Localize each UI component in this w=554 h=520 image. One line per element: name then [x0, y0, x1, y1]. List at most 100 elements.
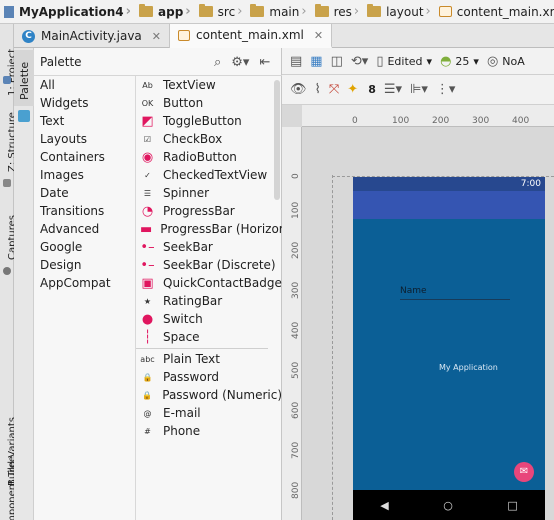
palette-widget-progressbar[interactable]: ◔ ProgressBar	[136, 202, 282, 220]
widget-icon: ●	[141, 311, 154, 327]
palette-widget-list: Ab TextView OK Button ◩ ToggleButton ☑ CheckBox…	[136, 76, 282, 520]
breadcrumb-res[interactable]: res ›	[311, 0, 364, 23]
palette-widget-phone[interactable]: # Phone	[136, 422, 282, 440]
breadcrumb-layout[interactable]: layout ›	[363, 0, 435, 23]
ruler-tick-label: 400	[512, 116, 530, 126]
palette-categories: All Widgets Text Layouts Containers Images Dat…	[34, 76, 136, 520]
widget-icon: abc	[140, 354, 155, 364]
widget-label: SeekBar (Discrete)	[163, 258, 276, 272]
breadcrumb-content-main-xml[interactable]: content_main.xml	[435, 0, 554, 23]
palette-widget-radiobutton[interactable]: ◉ RadioButton	[136, 148, 282, 166]
name-edit-text[interactable]: Name	[400, 286, 510, 300]
breadcrumb-app[interactable]: app ›	[135, 0, 195, 23]
device-dropdown[interactable]: Edited	[387, 55, 422, 68]
palette-widget-password-numeric[interactable]: 🔒 Password (Numeric)	[136, 386, 282, 404]
widget-label: E-mail	[163, 406, 201, 420]
palette-widget-password[interactable]: 🔒 Password	[136, 368, 282, 386]
theme-dropdown[interactable]: NoA	[502, 55, 524, 68]
palette-category-layouts[interactable]: Layouts	[34, 130, 135, 148]
palette-widget-seekbar-discrete[interactable]: •– SeekBar (Discrete)	[136, 256, 282, 274]
tab-mainactivity-java[interactable]: C MainActivity.java ✕	[14, 24, 170, 48]
palette-side-bar: Palette	[14, 48, 34, 520]
center-text-view[interactable]: My Application	[439, 363, 498, 372]
palette-widget-button[interactable]: OK Button	[136, 94, 282, 112]
folder-icon	[367, 4, 382, 17]
breadcrumb-myapplication4[interactable]: MyApplication4 ›	[0, 0, 135, 23]
fab-email-button[interactable]: ✉	[514, 462, 534, 482]
palette-category-transitions[interactable]: Transitions	[34, 202, 135, 220]
ruler-tick-label: 600	[291, 401, 301, 419]
device-icon[interactable]: ▯	[376, 54, 383, 69]
default-margin-value[interactable]: 8	[368, 83, 376, 96]
palette-widget-textview[interactable]: Ab TextView	[136, 76, 282, 94]
palette-category-containers[interactable]: Containers	[34, 148, 135, 166]
widget-icon: ◉	[141, 149, 154, 165]
palette-widget-switch[interactable]: ● Switch	[136, 310, 282, 328]
device-preview[interactable]: 7:00 Name My Application ✉ ◀ ○ □	[353, 177, 545, 520]
close-icon[interactable]: ✕	[152, 30, 161, 43]
api-level-dropdown[interactable]: 25	[455, 55, 469, 68]
palette-scrollbar[interactable]	[274, 80, 280, 200]
eye-icon[interactable]: 👁	[290, 82, 307, 97]
search-icon[interactable]: ⌕	[214, 55, 221, 70]
breadcrumb-src[interactable]: src ›	[195, 0, 247, 23]
palette-category-design[interactable]: Design	[34, 256, 135, 274]
widget-icon: @	[143, 408, 152, 418]
layout-toolbar: 👁 ⌇ ⤧ ✦ 8 ☰▾ ⊫▾ ⋮▾	[282, 75, 554, 105]
palette-category-advanced[interactable]: Advanced	[34, 220, 135, 238]
recents-nav-icon: □	[507, 498, 518, 512]
widget-label: Button	[163, 96, 204, 110]
palette-widget-space[interactable]: ┆ Space	[136, 328, 282, 346]
gear-icon[interactable]: ⚙▾	[231, 55, 249, 70]
design-canvas[interactable]: 0 100 200 300 400 0 100 200 300 400 500 600 700 800 …	[282, 105, 554, 520]
blueprint-icon[interactable]: ▦	[310, 54, 322, 69]
left-tool-strip: 1: Project Z: Structure Captures Build V…	[0, 24, 18, 520]
palette-category-google[interactable]: Google	[34, 238, 135, 256]
pack-icon[interactable]: ☰▾	[384, 82, 402, 97]
palette-widget-plain-text[interactable]: abc Plain Text	[136, 350, 282, 368]
palette-widget-checkedtextview[interactable]: ✓ CheckedTextView	[136, 166, 282, 184]
breadcrumb-main[interactable]: main ›	[246, 0, 310, 23]
widget-icon: ▬	[140, 221, 153, 237]
folder-icon	[250, 4, 265, 17]
widget-icon: ☰	[143, 188, 152, 198]
palette-widget-seekbar[interactable]: •– SeekBar	[136, 238, 282, 256]
palette-widget-ratingbar[interactable]: ★ RatingBar	[136, 292, 282, 310]
widget-label: Phone	[163, 424, 201, 438]
autoconnect-icon[interactable]: ⌇	[315, 82, 321, 97]
palette-category-images[interactable]: Images	[34, 166, 135, 184]
breadcrumb-label: content_main.xml	[456, 4, 554, 19]
navigation-breadcrumb: MyApplication4 › app › src › main › res › layout › c…	[0, 0, 554, 24]
palette-widget-checkbox[interactable]: ☑ CheckBox	[136, 130, 282, 148]
layout-bound-v	[332, 175, 333, 520]
palette-widget-togglebutton[interactable]: ◩ ToggleButton	[136, 112, 282, 130]
breadcrumb-label: src	[217, 4, 236, 19]
close-icon[interactable]: ✕	[314, 29, 323, 42]
palette-category-appcompat[interactable]: AppCompat	[34, 274, 135, 292]
palette-widget-e-mail[interactable]: @ E-mail	[136, 404, 282, 422]
palette-title: Palette	[40, 54, 82, 69]
palette-widget-progressbar-horizor[interactable]: ▬ ProgressBar (Horizor	[136, 220, 282, 238]
orientation-icon[interactable]: ◫	[331, 54, 343, 69]
clear-constraints-icon[interactable]: ⤧	[329, 82, 339, 97]
guidelines-icon[interactable]: ⋮▾	[436, 82, 456, 97]
palette-widget-quickcontactbadge[interactable]: ▣ QuickContactBadge	[136, 274, 282, 292]
palette-widget-spinner[interactable]: ☰ Spinner	[136, 184, 282, 202]
folder-icon	[198, 4, 213, 17]
palette-category-text[interactable]: Text	[34, 112, 135, 130]
infer-constraints-icon[interactable]: ✦	[347, 82, 358, 97]
hide-panel-icon[interactable]: ⇤	[259, 55, 270, 70]
rotate-icon[interactable]: ⟲▾	[351, 54, 368, 69]
status-bar: 7:00	[353, 177, 545, 191]
widget-label: ToggleButton	[163, 114, 242, 128]
ruler-tick-label: 500	[291, 361, 301, 379]
palette-side-tab[interactable]: Palette	[14, 50, 34, 106]
palette-category-all[interactable]: All	[34, 76, 135, 94]
palette-category-widgets[interactable]: Widgets	[34, 94, 135, 112]
palette-category-date[interactable]: Date	[34, 184, 135, 202]
app-bar[interactable]	[353, 191, 545, 219]
design-surface-icon[interactable]: ▤	[290, 54, 302, 69]
align-icon[interactable]: ⊫▾	[410, 82, 428, 97]
tab-content-main-xml[interactable]: content_main.xml ✕	[170, 24, 333, 48]
tab-label: content_main.xml	[196, 28, 304, 42]
